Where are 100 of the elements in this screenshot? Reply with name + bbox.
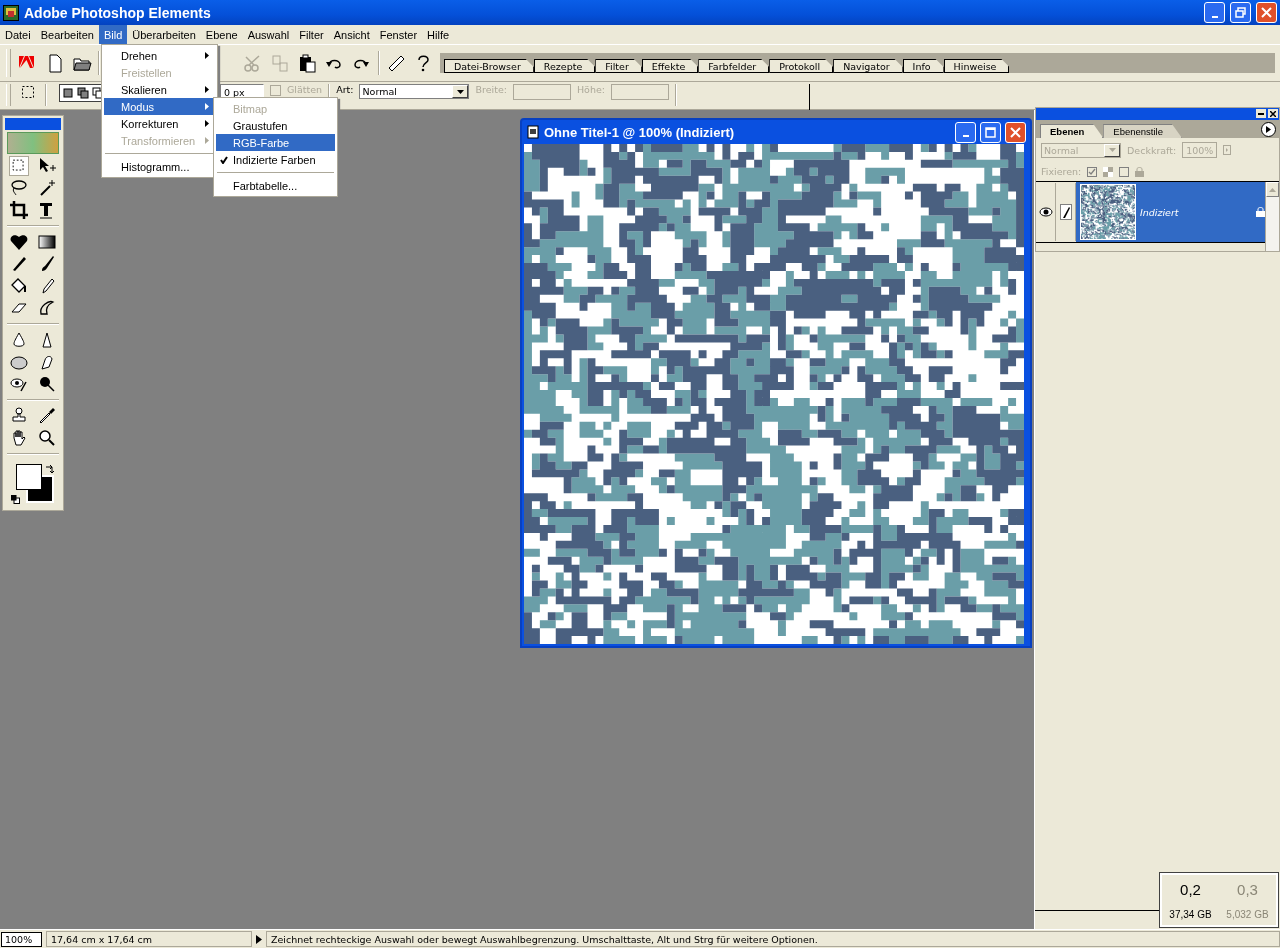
meter-value: 0,3 [1237, 880, 1258, 898]
palette-close-button[interactable] [1268, 109, 1278, 118]
eyedropper-icon[interactable] [37, 406, 57, 426]
width-field[interactable] [512, 84, 571, 100]
submenu-arrow-icon [205, 120, 209, 127]
antialias-label: Glätten [287, 84, 323, 95]
lock-icon [1256, 207, 1265, 217]
zoom-field[interactable]: 100% [1, 931, 42, 947]
swap-arrows-icon[interactable] [45, 464, 55, 474]
eye-icon[interactable] [1038, 207, 1053, 217]
menu-item[interactable]: Filter [294, 25, 329, 44]
menu-item[interactable]: Überarbeiten [127, 25, 201, 44]
disk-size: 37,34 GB [1169, 908, 1212, 920]
meter-value: 0,2 [1180, 880, 1201, 898]
menu-item[interactable]: Auswahl [242, 25, 295, 44]
style-dropdown[interactable]: Normal [359, 84, 470, 99]
minimize-icon [1211, 15, 1218, 18]
dropdown-arrow-icon [1108, 148, 1116, 152]
maximize-button[interactable] [980, 121, 1001, 143]
new-selection-icon[interactable] [61, 86, 75, 100]
menu-item[interactable]: Bearbeiten [35, 25, 99, 44]
width-label: Breite: [475, 84, 507, 95]
menu-item[interactable]: Hilfe [422, 25, 455, 44]
zoom-icon[interactable] [37, 428, 57, 448]
lasso-icon[interactable] [9, 178, 29, 198]
menu-item[interactable]: Fenster [374, 25, 423, 44]
opacity-label: Deckkraft: [1127, 144, 1177, 156]
palette-tab[interactable]: Protokoll [769, 59, 834, 73]
play-arrow-icon[interactable] [256, 934, 262, 944]
palette-tab[interactable]: Effekte [641, 59, 699, 73]
restore-button[interactable] [1230, 2, 1251, 23]
palette-tab[interactable]: Rezepte [533, 59, 596, 73]
menu-item[interactable]: Datei [0, 25, 36, 44]
menu-item[interactable]: Ebene [200, 25, 243, 44]
menu-item[interactable]: Skalieren [104, 81, 215, 98]
palette-minimize-button[interactable] [1256, 109, 1266, 118]
marquee-icon[interactable] [20, 84, 36, 100]
close-icon [1261, 7, 1272, 18]
add-selection-icon[interactable] [76, 86, 90, 100]
ruler-icon[interactable] [386, 53, 407, 73]
toolbox-logo-picture [7, 132, 59, 154]
app-icon [3, 4, 19, 21]
palette-tab[interactable]: Farbfelder [698, 59, 770, 73]
submenu-arrow-icon [205, 103, 209, 110]
heart-shape-icon[interactable] [9, 232, 29, 252]
palette-tab[interactable]: Hinweise [943, 59, 1010, 73]
palette-tab[interactable]: Ebenenstile [1103, 124, 1182, 138]
restore-icon [1235, 7, 1246, 18]
menu-item[interactable]: Histogramm... [104, 158, 215, 175]
style-label: Art: [336, 84, 354, 95]
status-hint: Zeichnet rechteckige Auswahl oder bewegt Auswahlbegrenzung. Umschalttaste, Alt und Strg für weitere Optionen. [266, 931, 1280, 947]
lock-label: Fixieren: [1041, 166, 1082, 177]
height-label: Höhe: [576, 84, 605, 95]
palette-menu-button[interactable] [1261, 122, 1276, 137]
menu-item[interactable]: Drehen [104, 47, 215, 64]
palette-tab[interactable]: Filter [595, 59, 642, 73]
document-icon [526, 125, 540, 139]
lock-transparency-checkbox[interactable] [1087, 166, 1098, 177]
scrollbar[interactable] [1265, 182, 1279, 251]
height-field[interactable] [611, 84, 669, 100]
document-title: Ohne Titel-1 @ 100% (Indiziert) [544, 124, 736, 140]
checker-icon [1103, 166, 1114, 177]
menu-item[interactable]: Indizierte Farben [216, 151, 335, 168]
menu-item[interactable]: Korrekturen [104, 115, 215, 132]
menu-item[interactable]: Bild [98, 25, 128, 44]
minimize-button[interactable] [1204, 2, 1225, 23]
submenu-arrow-icon [205, 137, 209, 144]
default-colors-icon[interactable] [11, 495, 20, 504]
check-icon [220, 155, 228, 164]
palette-tab[interactable]: Navigator [833, 59, 903, 73]
gradient-icon[interactable] [37, 232, 57, 252]
close-icon [1270, 110, 1276, 117]
close-button[interactable] [1256, 2, 1277, 23]
dropdown-arrow-icon [457, 89, 464, 94]
window-title: Adobe Photoshop Elements [24, 4, 212, 21]
minimize-icon [962, 135, 969, 137]
crop-icon[interactable] [9, 200, 29, 220]
menu-item[interactable]: RGB-Farbe [216, 134, 335, 151]
minimize-button[interactable] [955, 121, 976, 143]
palette-tab[interactable]: Info [902, 59, 944, 73]
minimize-icon [1258, 110, 1264, 117]
copy-icon [269, 53, 290, 73]
menu-item[interactable]: Farbtabelle... [216, 177, 335, 194]
disk-size: 5,032 GB [1226, 908, 1269, 920]
palette-tab[interactable]: Datei-Browser [443, 59, 534, 73]
toolbox-header [5, 118, 61, 130]
menu-item[interactable]: Modus [104, 98, 215, 115]
close-button[interactable] [1005, 121, 1026, 143]
scroll-up-icon [1269, 187, 1276, 192]
slider-arrow-icon[interactable] [1223, 145, 1232, 155]
document-size: 17,64 cm x 17,64 cm [46, 931, 252, 947]
menu-item[interactable]: Ansicht [328, 25, 375, 44]
layer-row[interactable]: Indiziert [1076, 182, 1265, 242]
palette-tab[interactable]: Ebenen [1040, 124, 1104, 138]
lock-icon [1135, 166, 1145, 177]
close-icon [1010, 126, 1021, 138]
menu-item[interactable]: Graustufen [216, 117, 335, 134]
layer-thumbnail-image [1080, 184, 1136, 240]
foreground-color-swatch[interactable] [16, 464, 42, 490]
lock-checkbox[interactable] [1119, 166, 1130, 177]
